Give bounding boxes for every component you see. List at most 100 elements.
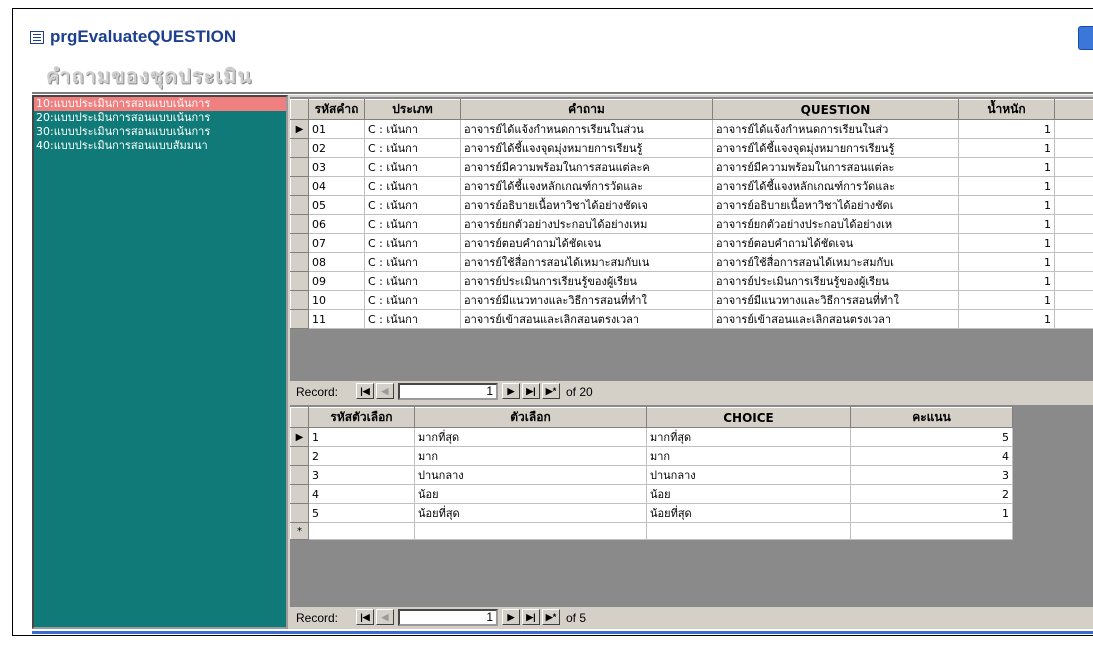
table-cell[interactable]: 11: [308, 309, 365, 329]
table-cell[interactable]: 1: [958, 271, 1055, 291]
table-cell[interactable]: น้อย: [414, 484, 647, 504]
table-cell[interactable]: อาจารย์ได้ชี้แจงหลักเกณฑ์การวัดและ: [460, 176, 713, 196]
row-selector[interactable]: [290, 214, 309, 234]
table-cell[interactable]: 10: [308, 290, 365, 310]
last-record-icon[interactable]: ▶|: [522, 609, 540, 625]
table-cell[interactable]: C : เน้นกา: [364, 138, 461, 158]
table-cell[interactable]: อาจารย์ตอบคำถามได้ชัดเจน: [460, 233, 713, 253]
table-cell[interactable]: อาจารย์เข้าสอนและเลิกสอนตรงเวลา: [460, 309, 713, 329]
table-row[interactable]: 2 มาก มาก 4: [290, 446, 1013, 466]
row-selector[interactable]: [290, 271, 309, 291]
table-cell[interactable]: อาจารย์ประเมินการเรียนรู้ของผู้เรียน: [712, 271, 959, 291]
table-cell[interactable]: อาจารย์มีความพร้อมในการสอนแต่ละค: [460, 157, 713, 177]
table-cell[interactable]: C : เน้นกา: [364, 157, 461, 177]
table-row[interactable]: 5 น้อยที่สุด น้อยที่สุด 1: [290, 503, 1013, 523]
table-cell[interactable]: C : เน้นกา: [364, 119, 461, 139]
table-cell[interactable]: C : เน้นกา: [364, 309, 461, 329]
row-selector[interactable]: [290, 252, 309, 272]
table-cell[interactable]: ปานกลาง: [646, 465, 851, 485]
column-header[interactable]: QUESTION: [712, 99, 959, 120]
table-cell[interactable]: มากที่สุด: [646, 427, 851, 447]
table-cell[interactable]: [308, 522, 415, 540]
row-selector[interactable]: ▶: [290, 119, 309, 139]
table-cell[interactable]: อาจารย์มีแนวทางและวิธีการสอนที่ทำใ: [460, 290, 713, 310]
table-cell[interactable]: 3: [850, 465, 1013, 485]
column-header[interactable]: CHOICE: [646, 407, 851, 428]
table-cell[interactable]: 1: [958, 195, 1055, 215]
new-record-marker[interactable]: *: [290, 522, 309, 540]
row-selector[interactable]: [290, 195, 309, 215]
column-header[interactable]: รหัสคำถ: [308, 99, 365, 120]
first-record-icon[interactable]: |◀: [356, 383, 374, 399]
row-selector[interactable]: [290, 446, 309, 466]
list-item[interactable]: 30:แบบประเมินการสอนแบบเน้นการ: [34, 125, 286, 139]
table-cell[interactable]: 2: [850, 484, 1013, 504]
column-header[interactable]: คำถาม: [460, 99, 713, 120]
table-row[interactable]: 10 C : เน้นกา อาจารย์มีแนวทางและวิธีการสอน…: [290, 290, 1093, 310]
table-cell[interactable]: ปานกลาง: [414, 465, 647, 485]
table-row[interactable]: 08 C : เน้นกา อาจารย์ใช้สื่อการสอนได้เหมาะ…: [290, 252, 1093, 272]
table-cell[interactable]: อาจารย์ได้แจ้งกำหนดการเรียนในส่ว: [712, 119, 959, 139]
row-selector[interactable]: [290, 465, 309, 485]
table-cell[interactable]: อาจารย์ยกตัวอย่างประกอบได้อย่างเหม: [460, 214, 713, 234]
table-cell[interactable]: [850, 522, 1013, 540]
table-cell[interactable]: อาจารย์มีแนวทางและวิธีการสอนที่ทำใ: [712, 290, 959, 310]
row-selector[interactable]: [290, 309, 309, 329]
table-cell[interactable]: 1: [958, 252, 1055, 272]
table-row[interactable]: 05 C : เน้นกา อาจารย์อธิบายเนื้อหาวิชาได้อ…: [290, 195, 1093, 215]
record-number-input[interactable]: 1: [398, 609, 498, 626]
table-cell[interactable]: 1: [958, 233, 1055, 253]
table-cell[interactable]: 1: [958, 157, 1055, 177]
table-cell[interactable]: อาจารย์ตอบคำถามได้ชัดเจน: [712, 233, 959, 253]
table-cell[interactable]: 04: [308, 176, 365, 196]
table-cell[interactable]: อาจารย์อธิบายเนื้อหาวิชาได้อย่างชัดเ: [712, 195, 959, 215]
new-record-row[interactable]: *: [290, 522, 1013, 540]
table-cell[interactable]: 01: [308, 119, 365, 139]
minimize-button[interactable]: [1078, 26, 1093, 50]
table-cell[interactable]: อาจารย์ยกตัวอย่างประกอบได้อย่างเห: [712, 214, 959, 234]
column-header[interactable]: คะแนน: [850, 407, 1013, 428]
table-cell[interactable]: 1: [958, 290, 1055, 310]
table-row[interactable]: 02 C : เน้นกา อาจารย์ได้ชี้แจงจุดมุ่งหมายก…: [290, 138, 1093, 158]
row-selector[interactable]: [290, 176, 309, 196]
column-header[interactable]: ตัวเลือก: [414, 407, 647, 428]
new-record-icon[interactable]: ▶*: [542, 609, 560, 625]
table-cell[interactable]: 5: [850, 427, 1013, 447]
next-record-icon[interactable]: ▶: [502, 383, 520, 399]
table-row[interactable]: ▶ 1 มากที่สุด มากที่สุด 5: [290, 427, 1013, 447]
title-bar[interactable]: prgEvaluateQUESTION: [22, 22, 1093, 52]
table-cell[interactable]: 05: [308, 195, 365, 215]
row-selector[interactable]: [290, 157, 309, 177]
table-cell[interactable]: อาจารย์ได้แจ้งกำหนดการเรียนในส่วน: [460, 119, 713, 139]
table-cell[interactable]: 02: [308, 138, 365, 158]
table-row[interactable]: 4 น้อย น้อย 2: [290, 484, 1013, 504]
table-cell[interactable]: 08: [308, 252, 365, 272]
table-cell[interactable]: C : เน้นกา: [364, 271, 461, 291]
table-cell[interactable]: อาจารย์ได้ชี้แจงหลักเกณฑ์การวัดและ: [712, 176, 959, 196]
table-cell[interactable]: น้อย: [646, 484, 851, 504]
row-selector[interactable]: [290, 503, 309, 523]
table-cell[interactable]: 2: [308, 446, 415, 466]
list-item[interactable]: 40:แบบประเมินการสอนแบบสัมมนา: [34, 139, 286, 153]
new-record-icon[interactable]: ▶*: [542, 383, 560, 399]
table-cell[interactable]: 1: [958, 309, 1055, 329]
table-cell[interactable]: 07: [308, 233, 365, 253]
table-row[interactable]: 11 C : เน้นกา อาจารย์เข้าสอนและเลิกสอนตรงเ…: [290, 309, 1093, 329]
table-cell[interactable]: มากที่สุด: [414, 427, 647, 447]
table-row[interactable]: ▶ 01 C : เน้นกา อาจารย์ได้แจ้งกำหนดการเรียน…: [290, 119, 1093, 139]
table-cell[interactable]: [414, 522, 647, 540]
list-item[interactable]: 20:แบบประเมินการสอนแบบเน้นการ: [34, 111, 286, 125]
table-cell[interactable]: 4: [308, 484, 415, 504]
table-cell[interactable]: อาจารย์เข้าสอนและเลิกสอนตรงเวลา: [712, 309, 959, 329]
table-cell[interactable]: อาจารย์ใช้สื่อการสอนได้เหมาะสมกับเ: [712, 252, 959, 272]
table-cell[interactable]: 03: [308, 157, 365, 177]
row-selector[interactable]: [290, 484, 309, 504]
table-cell[interactable]: 1: [308, 427, 415, 447]
previous-record-icon[interactable]: ◀: [376, 383, 394, 399]
table-cell[interactable]: C : เน้นกา: [364, 252, 461, 272]
list-item[interactable]: 10:แบบประเมินการสอนแบบเน้นการ: [34, 97, 286, 111]
table-cell[interactable]: 5: [308, 503, 415, 523]
table-row[interactable]: 06 C : เน้นกา อาจารย์ยกตัวอย่างประกอบได้อย…: [290, 214, 1093, 234]
table-cell[interactable]: อาจารย์ได้ชี้แจงจุดมุ่งหมายการเรียนรู้: [460, 138, 713, 158]
table-row[interactable]: 09 C : เน้นกา อาจารย์ประเมินการเรียนรู้ของ…: [290, 271, 1093, 291]
